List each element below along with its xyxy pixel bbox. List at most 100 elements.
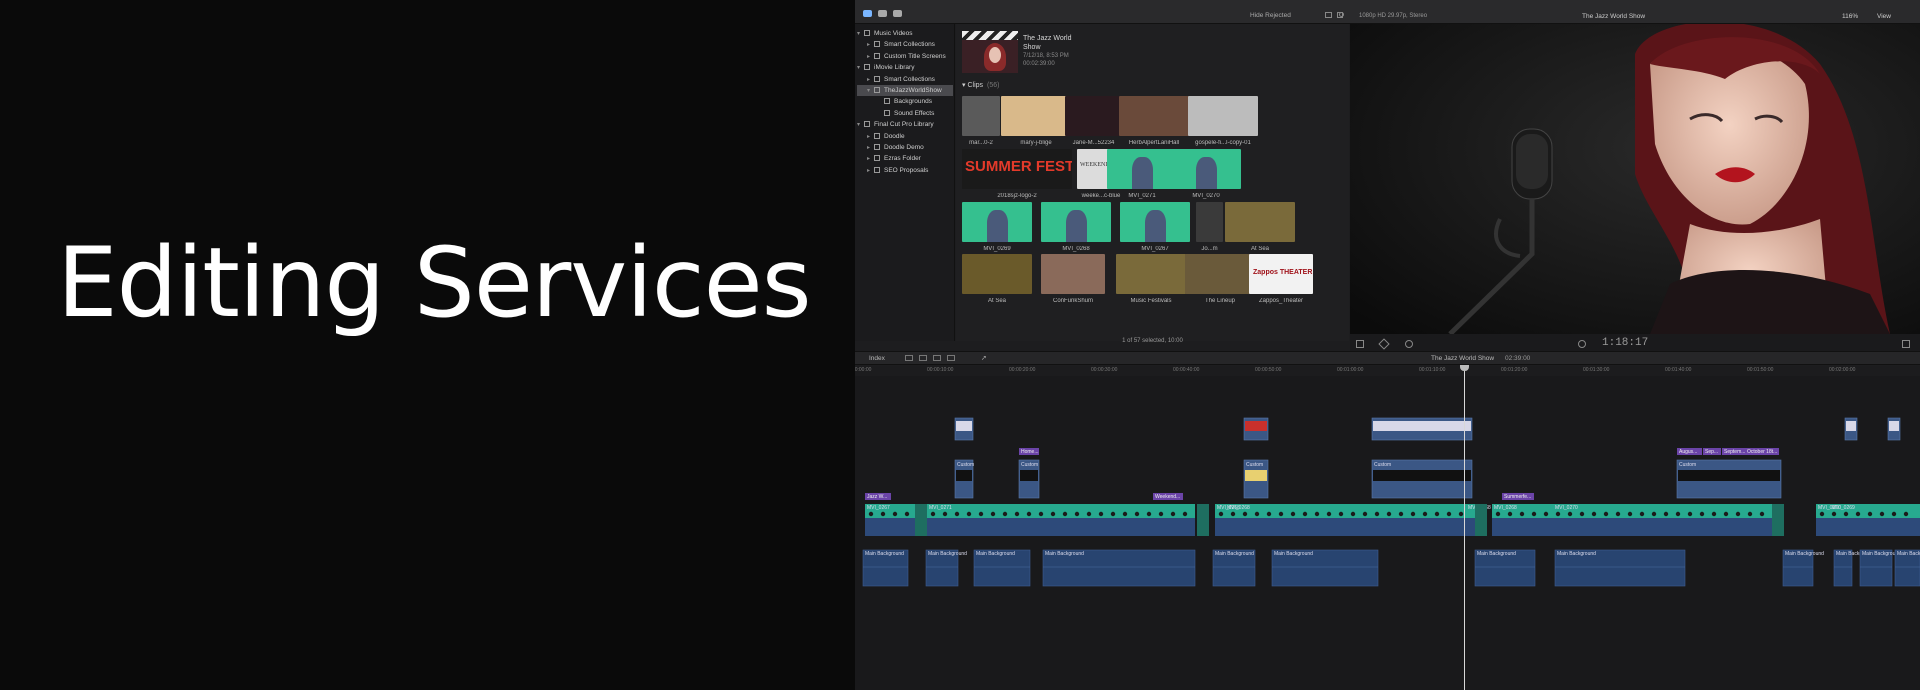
disclosure-icon[interactable]: ▸: [867, 75, 874, 86]
primary-clip[interactable]: [927, 504, 1195, 518]
clip-frame[interactable]: [1245, 421, 1267, 431]
clip-item[interactable]: MVI_0271: [1107, 149, 1177, 201]
transition-marker[interactable]: [915, 504, 927, 536]
clip-item[interactable]: ConFunkShum: [1041, 254, 1105, 306]
view-dropdown[interactable]: View: [1877, 13, 1891, 20]
fullscreen-icon[interactable]: [1902, 340, 1910, 348]
clip-label: Jo...m: [1201, 246, 1218, 252]
clip-thumbnail: [962, 96, 1000, 136]
disclosure-icon[interactable]: ▾: [857, 29, 864, 40]
clip-item[interactable]: MVI_0270: [1171, 149, 1241, 201]
transition-marker[interactable]: [1197, 504, 1209, 536]
overwrite-clip-icon[interactable]: [947, 355, 955, 361]
sidebar-item[interactable]: ▾ TheJazzWorldShow: [857, 85, 953, 96]
primary-audio-waveform[interactable]: [1215, 518, 1475, 536]
clips-section-header[interactable]: ▾ Clips (56): [962, 81, 999, 89]
disclosure-icon[interactable]: ▾: [857, 63, 864, 74]
disclosure-icon[interactable]: ▸: [867, 166, 874, 177]
title-frame[interactable]: [1678, 470, 1780, 481]
filter-dropdown[interactable]: Hide Rejected: [1250, 12, 1291, 19]
clip-label: MVI_0267: [1141, 246, 1169, 252]
primary-audio-waveform[interactable]: [1492, 518, 1772, 536]
title-frame[interactable]: [1245, 470, 1267, 481]
clip-frame[interactable]: [956, 421, 972, 431]
disclosure-icon[interactable]: ▸: [867, 154, 874, 165]
ruler-tick-label: 00:01:30:00: [1583, 367, 1610, 373]
primary-audio-waveform[interactable]: [1816, 518, 1920, 536]
clip-item[interactable]: gospele-fi...l-copy-01: [1188, 96, 1258, 148]
timeline-tracks[interactable]: Custom Custom Custom Custom Custom Jazz W... H…: [855, 376, 1920, 690]
sidebar-item[interactable]: ▾ Final Cut Pro Library: [857, 119, 953, 130]
clip-item[interactable]: mary-j-blige: [1001, 96, 1071, 148]
clip-item[interactable]: Jo...m: [1196, 202, 1223, 254]
event-date: 7/12/18, 8:53 PM: [1023, 53, 1069, 59]
clip-label: MVI_0271: [1128, 193, 1156, 199]
sidebar-item[interactable]: Sound Effects: [857, 108, 953, 119]
clip-item[interactable]: The Lineup: [1185, 254, 1255, 306]
index-button[interactable]: Index: [869, 355, 885, 362]
playhead[interactable]: [1464, 366, 1465, 690]
clip-frame[interactable]: [1889, 421, 1899, 431]
clip-appearance-icon[interactable]: [1325, 12, 1332, 18]
disclosure-icon[interactable]: ▸: [867, 143, 874, 154]
photos-icon[interactable]: [878, 10, 887, 17]
clip-thumbnail: [1107, 149, 1177, 189]
primary-audio-waveform[interactable]: [927, 518, 1195, 536]
zoom-dropdown[interactable]: 116%: [1842, 13, 1858, 20]
keyword-icon: [884, 109, 890, 116]
clip-item[interactable]: mar...0-2: [962, 96, 1000, 148]
insert-clip-icon[interactable]: [919, 355, 927, 361]
sidebar-item[interactable]: ▸ Smart Collections: [857, 74, 953, 85]
primary-audio-waveform[interactable]: [865, 518, 915, 536]
sidebar-item[interactable]: ▸ Smart Collections: [857, 39, 953, 50]
viewer-frame[interactable]: [1350, 24, 1920, 334]
transition-marker[interactable]: [1772, 504, 1784, 536]
libraries-icon[interactable]: [863, 10, 872, 17]
speed-icon[interactable]: [1405, 340, 1413, 348]
clip-item[interactable]: At Sea: [1225, 202, 1295, 254]
event-thumbnail[interactable]: [962, 31, 1018, 73]
sidebar-item[interactable]: Backgrounds: [857, 96, 953, 107]
search-icon[interactable]: [1339, 12, 1344, 17]
disclosure-icon[interactable]: ▾: [857, 120, 864, 131]
transform-icon[interactable]: [1356, 340, 1364, 348]
clip-item[interactable]: Zappos THEATER Zappos_Theater: [1249, 254, 1313, 306]
timeline-ruler[interactable]: 00:00:00:00 00:00:10:00 00:00:20:00 00:00:3…: [855, 366, 1920, 376]
transition-marker[interactable]: [1475, 504, 1487, 536]
title-frame[interactable]: [956, 470, 972, 481]
clip-item[interactable]: At Sea: [962, 254, 1032, 306]
disclosure-icon[interactable]: ▸: [867, 52, 874, 63]
clip-item[interactable]: MVI_0268: [1041, 202, 1111, 254]
append-clip-icon[interactable]: [933, 355, 941, 361]
clip-item[interactable]: Jane-M...52234: [1065, 96, 1122, 148]
title-frame[interactable]: [1020, 470, 1038, 481]
connect-clip-icon[interactable]: [905, 355, 913, 361]
ruler-tick-label: 00:00:30:00: [1091, 367, 1118, 373]
sidebar-item[interactable]: ▸ Custom Title Screens: [857, 51, 953, 62]
filmstrip-frame: [1699, 511, 1705, 517]
clip-item[interactable]: Music Festivals: [1116, 254, 1186, 306]
disclosure-icon[interactable]: ▸: [867, 132, 874, 143]
sidebar-item[interactable]: ▸ Doodle: [857, 131, 953, 142]
disclosure-icon[interactable]: ▸: [867, 40, 874, 51]
clip-item[interactable]: HerbAlpertLaniHall: [1119, 96, 1189, 148]
sidebar-item[interactable]: ▸ Doodle Demo: [857, 142, 953, 153]
select-tool-icon[interactable]: ➚: [981, 354, 987, 362]
sidebar-item[interactable]: ▸ SEO Proposals: [857, 165, 953, 176]
play-button-icon[interactable]: [1578, 340, 1586, 348]
clip-frame[interactable]: [1373, 421, 1471, 431]
crop-icon[interactable]: [1378, 338, 1390, 350]
sidebar-item[interactable]: ▸ Ezras Folder: [857, 153, 953, 164]
clip-item[interactable]: MVI_0267: [1120, 202, 1190, 254]
clip-item[interactable]: SUMMER FEST 2018sjz-logo-2: [962, 149, 1072, 201]
disclosure-icon[interactable]: ▾: [867, 86, 874, 97]
title-frame[interactable]: [1373, 470, 1471, 481]
sidebar-item[interactable]: ▾ Music Videos: [857, 28, 953, 39]
clip-item[interactable]: MVI_0269: [962, 202, 1032, 254]
filmstrip-frame: [1759, 511, 1765, 517]
clip-frame[interactable]: [1846, 421, 1856, 431]
titles-icon[interactable]: [893, 10, 902, 17]
libraries-sidebar: ▾ Music Videos ▸ Smart Collections ▸ Custom T…: [855, 24, 955, 341]
primary-clip-label: MVI_0268: [1494, 505, 1517, 511]
sidebar-item[interactable]: ▾ iMovie Library: [857, 62, 953, 73]
